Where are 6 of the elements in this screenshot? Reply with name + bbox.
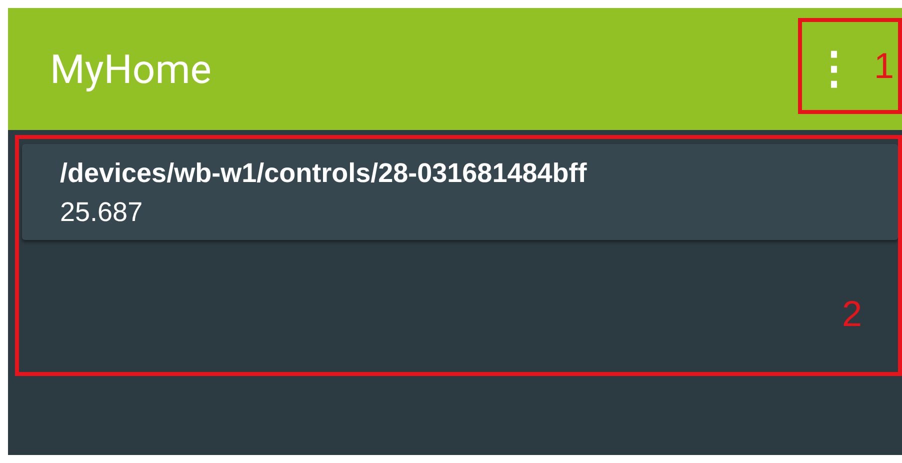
control-value: 25.687 [60,196,144,229]
annotation-number: 2 [842,294,862,334]
app-title: MyHome [50,46,212,92]
control-path: /devices/wb-w1/controls/28-031681484bff [60,157,588,190]
annotation-number: 1 [874,46,894,86]
device-card[interactable]: /devices/wb-w1/controls/28-031681484bff 25.687 [22,144,898,240]
